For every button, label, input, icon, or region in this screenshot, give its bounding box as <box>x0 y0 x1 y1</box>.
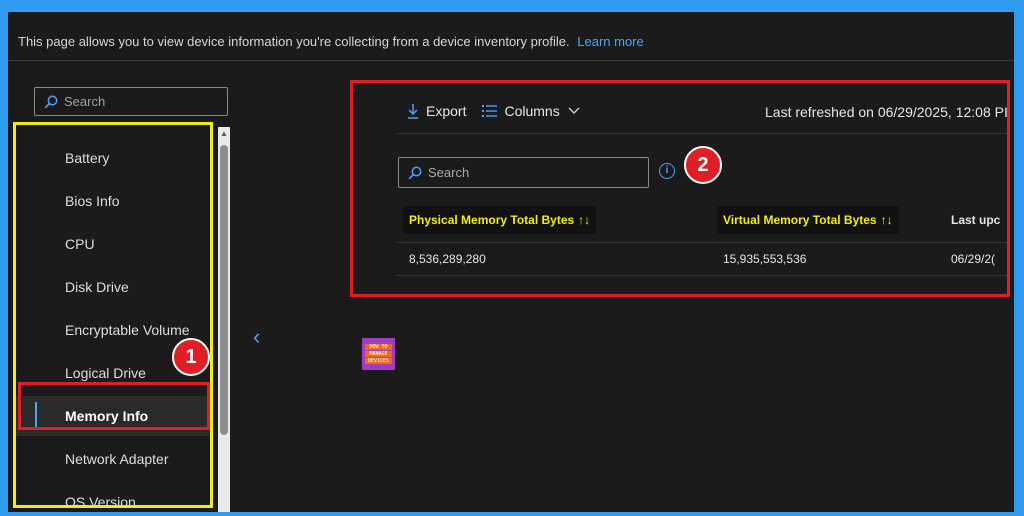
grid-search-placeholder: Search <box>428 165 470 180</box>
download-icon <box>408 104 418 119</box>
toolbar-divider <box>396 133 1008 134</box>
category-label: OS Version <box>65 494 136 510</box>
column-header-virtual-memory[interactable]: Virtual Memory Total Bytes ↑↓ <box>717 206 899 234</box>
how-to-manage-devices-logo: HOW TO MANAGE DEVICES <box>362 338 395 370</box>
column-header-last-updated[interactable]: Last upc <box>945 206 1006 234</box>
category-os-version[interactable]: OS Version <box>13 482 211 512</box>
export-button[interactable]: Export <box>406 103 466 119</box>
columns-label: Columns <box>504 103 560 119</box>
columns-list-icon <box>482 105 498 117</box>
callout-badge-2: 2 <box>684 146 722 184</box>
column-header-label: Virtual Memory Total Bytes <box>723 213 877 227</box>
last-refreshed-text: Last refreshed on 06/29/2025, 12:08 PI <box>765 104 1008 120</box>
category-label: Logical Drive <box>65 365 146 381</box>
scroll-thumb[interactable] <box>220 145 228 435</box>
sort-arrows-icon[interactable]: ↑↓ <box>578 213 590 227</box>
logo-line: MANAGE <box>365 351 392 357</box>
callout-badge-1: 1 <box>172 338 210 376</box>
category-label: Network Adapter <box>65 451 169 467</box>
cell-physical-memory: 8,536,289,280 <box>409 252 486 266</box>
app-frame: This page allows you to view device info… <box>8 12 1014 512</box>
column-header-label: Physical Memory Total Bytes <box>409 213 575 227</box>
category-cpu[interactable]: CPU <box>13 224 211 264</box>
category-label: Encryptable Volume <box>65 322 190 338</box>
intro-text: This page allows you to view device info… <box>18 34 644 49</box>
info-icon[interactable]: i <box>659 163 675 179</box>
category-list: Battery Bios Info CPU Disk Drive Encrypt… <box>13 122 213 510</box>
category-label: CPU <box>65 236 95 252</box>
sidebar-search-input[interactable]: Search <box>34 87 228 116</box>
search-icon <box>44 95 58 108</box>
category-battery[interactable]: Battery <box>13 138 211 178</box>
grid-search-input[interactable]: Search <box>398 157 649 188</box>
learn-more-link[interactable]: Learn more <box>577 34 643 49</box>
category-label: Memory Info <box>65 408 149 424</box>
column-header-physical-memory[interactable]: Physical Memory Total Bytes ↑↓ <box>403 206 597 234</box>
cell-last-updated: 06/29/2( <box>951 252 996 266</box>
header-divider <box>8 60 1014 61</box>
export-label: Export <box>426 103 467 119</box>
chevron-down-icon <box>568 107 580 114</box>
sidebar-search-placeholder: Search <box>64 94 106 109</box>
cell-virtual-memory: 15,935,553,536 <box>723 252 807 266</box>
column-header-label: Last upc <box>951 213 1001 227</box>
intro-description: This page allows you to view device info… <box>18 34 570 49</box>
logo-line: HOW TO <box>365 344 392 350</box>
scroll-up-arrow-icon[interactable]: ▲ <box>218 127 230 141</box>
category-label: Battery <box>65 150 110 166</box>
table-header-divider <box>396 242 1008 243</box>
columns-button[interactable]: Columns <box>482 103 585 119</box>
category-memory-info[interactable]: Memory Info <box>13 396 211 436</box>
sort-arrows-icon[interactable]: ↑↓ <box>881 213 893 227</box>
table-row-divider <box>396 275 1008 276</box>
collapse-chevron-left-icon[interactable]: ‹ <box>253 324 260 350</box>
search-icon <box>408 166 422 179</box>
category-network-adapter[interactable]: Network Adapter <box>13 439 211 479</box>
logo-line: DEVICES <box>365 358 392 364</box>
category-bios-info[interactable]: Bios Info <box>13 181 211 221</box>
sidebar-scrollbar[interactable]: ▲ <box>218 127 230 512</box>
category-disk-drive[interactable]: Disk Drive <box>13 267 211 307</box>
category-label: Bios Info <box>65 193 120 209</box>
category-label: Disk Drive <box>65 279 129 295</box>
grid-toolbar: Export Columns <box>406 98 602 124</box>
